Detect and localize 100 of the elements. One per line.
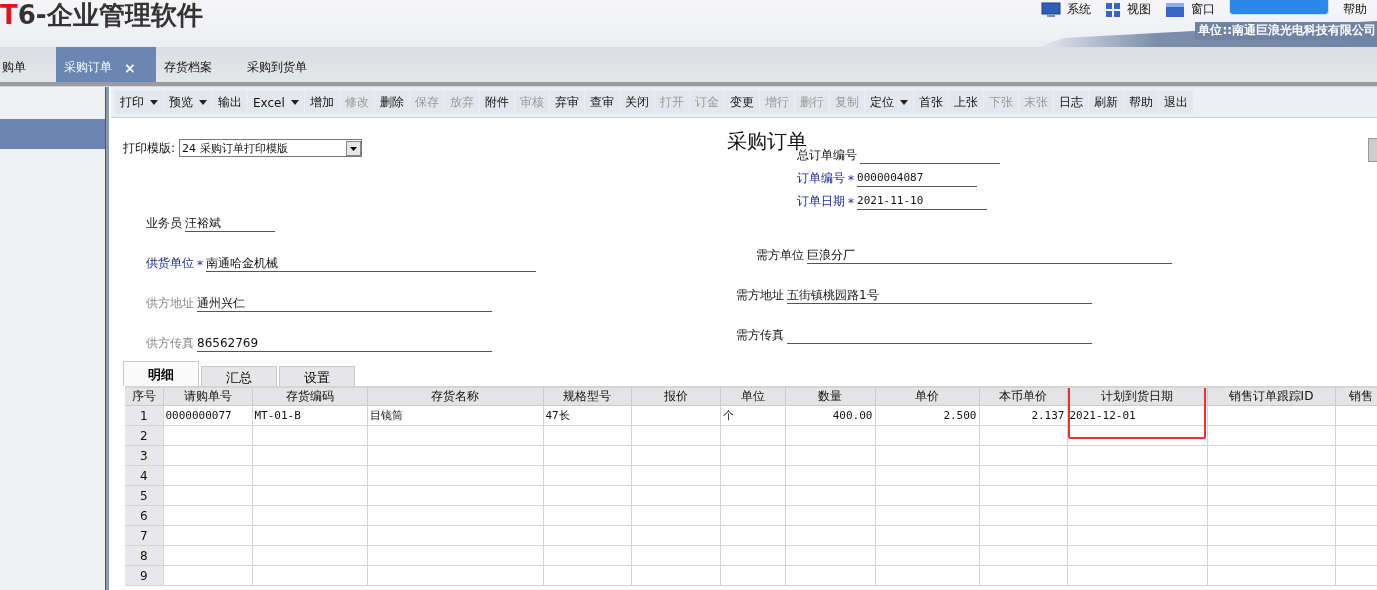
- toolbar-button[interactable]: 退出: [1158, 91, 1193, 114]
- toolbar-button[interactable]: 删除: [374, 91, 409, 114]
- field-label: 需方地址: [736, 287, 784, 304]
- column-header[interactable]: 序号: [125, 388, 163, 406]
- table-cell: [720, 425, 785, 446]
- field-label: 订单编号: [797, 170, 846, 187]
- table-cell: [720, 545, 785, 566]
- toolbar-button[interactable]: 关闭: [619, 91, 654, 114]
- row-number: 3: [125, 445, 163, 466]
- input-field[interactable]: 南通哈金机械: [206, 255, 536, 272]
- company-name: 单位::南通巨浪光电科技有限公司: [1195, 22, 1377, 40]
- field-label: 供方地址: [146, 295, 194, 312]
- toolbar-button[interactable]: 输出: [213, 91, 247, 114]
- table-cell: 47长: [543, 405, 631, 426]
- document-tab[interactable]: 购单: [0, 47, 56, 82]
- row-number: 6: [125, 505, 163, 526]
- toolbar-button[interactable]: 首张: [913, 91, 948, 114]
- close-icon[interactable]: ×: [124, 59, 136, 76]
- toolbar-button[interactable]: 定位: [864, 91, 913, 114]
- caret-icon[interactable]: [199, 100, 207, 105]
- table-cell: [720, 565, 785, 586]
- row-number: 8: [125, 545, 163, 566]
- detail-tab[interactable]: 汇总: [201, 366, 277, 386]
- app-title: 6-企业管理软件: [17, 0, 203, 30]
- required-mark: *: [848, 173, 855, 187]
- table-cell: 400.00: [785, 405, 875, 426]
- toolbar-button[interactable]: 弃审: [549, 91, 584, 114]
- grid-icon[interactable]: [1105, 1, 1121, 18]
- toolbar-button[interactable]: 增加: [304, 91, 339, 114]
- caret-icon[interactable]: [290, 100, 299, 105]
- column-header[interactable]: 本币单价: [979, 388, 1067, 406]
- table-cell: 2.500: [875, 405, 979, 426]
- menu-item[interactable]: 视图: [1127, 1, 1151, 18]
- logo-mark: T: [0, 0, 18, 30]
- input-field[interactable]: 2021-11-10: [857, 193, 988, 210]
- column-header[interactable]: 规格型号: [543, 388, 631, 406]
- table-cell: MT-01-B: [252, 405, 367, 426]
- column-header[interactable]: 存货名称: [367, 388, 543, 406]
- table-cell: 目镜筒: [367, 405, 543, 426]
- caret-icon[interactable]: [899, 100, 908, 105]
- toolbar-button[interactable]: 上张: [948, 91, 983, 114]
- document-tab[interactable]: 采购订单 ×: [56, 47, 156, 82]
- field-label: 供方传真: [146, 335, 194, 352]
- field-label: 打印模版:: [123, 139, 176, 157]
- monitor-icon[interactable]: [1041, 1, 1061, 18]
- toolbar-button[interactable]: 日志: [1053, 91, 1088, 114]
- field-label: 供货单位: [146, 255, 194, 272]
- document-tab[interactable]: 存货档案: [155, 47, 239, 82]
- column-header[interactable]: 单位: [720, 388, 785, 406]
- row-number: 2: [125, 425, 163, 446]
- input-field[interactable]: 巨浪分厂: [807, 247, 1172, 264]
- toolbar-button[interactable]: 附件: [479, 91, 514, 114]
- toolbar-button[interactable]: 变更: [724, 91, 759, 114]
- window-icon[interactable]: [1165, 1, 1185, 18]
- toolbar-button[interactable]: Excel: [248, 91, 304, 114]
- field-label: 业务员: [146, 215, 182, 232]
- detail-tab[interactable]: 设置: [279, 366, 355, 386]
- toolbar-button[interactable]: 打印: [115, 91, 163, 114]
- row-number: 5: [125, 485, 163, 506]
- column-header[interactable]: 销售订单跟踪ID: [1207, 388, 1335, 406]
- input-field[interactable]: 五街镇桃园路1号: [787, 287, 1092, 304]
- table-cell: [720, 465, 785, 486]
- row-number: 9: [125, 565, 163, 586]
- input-field[interactable]: 汪裕斌: [185, 215, 275, 232]
- row-number: 7: [125, 525, 163, 546]
- table-cell: 2021-12-01: [1067, 405, 1207, 426]
- menu-item[interactable]: 帮助: [1343, 1, 1367, 18]
- caret-icon[interactable]: [150, 100, 158, 105]
- detail-tab[interactable]: 明细: [123, 361, 199, 386]
- table-cell: 0000000077: [163, 405, 252, 426]
- column-header[interactable]: 销售: [1335, 388, 1377, 406]
- required-mark: *: [197, 258, 203, 272]
- row-number: 1: [125, 405, 163, 426]
- table-cell: [720, 505, 785, 526]
- table-cell: 个: [720, 405, 785, 426]
- menu-item[interactable]: 系统: [1067, 1, 1091, 18]
- input-field[interactable]: 0000004087: [857, 170, 978, 187]
- toolbar-button[interactable]: 帮助: [1123, 91, 1158, 114]
- toolbar-button[interactable]: 查审: [584, 91, 619, 114]
- column-header[interactable]: 单价: [875, 388, 979, 406]
- column-header[interactable]: 计划到货日期: [1067, 388, 1207, 406]
- toolbar-button[interactable]: 预览: [164, 91, 212, 114]
- column-header[interactable]: 存货编码: [252, 388, 367, 406]
- column-header[interactable]: 报价: [631, 388, 720, 406]
- field-label: 需方单位: [756, 247, 804, 264]
- table-cell: [720, 445, 785, 466]
- splitter[interactable]: [105, 87, 109, 590]
- table-cell: [720, 485, 785, 506]
- table-cell: [720, 525, 785, 546]
- menu-item[interactable]: 窗口: [1191, 1, 1215, 18]
- row-number: 4: [125, 465, 163, 486]
- required-mark: *: [848, 196, 855, 210]
- template-dropdown[interactable]: 24 采购订单打印模版: [179, 139, 363, 157]
- toolbar-button[interactable]: 刷新: [1088, 91, 1123, 114]
- column-header[interactable]: 数量: [785, 388, 875, 406]
- column-header[interactable]: 请购单号: [163, 388, 252, 406]
- table-cell: 2.137: [979, 405, 1067, 426]
- notification-popup[interactable]: [1229, 0, 1329, 15]
- field-label: 订单日期: [797, 193, 846, 210]
- document-tab[interactable]: 采购到货单: [238, 47, 327, 82]
